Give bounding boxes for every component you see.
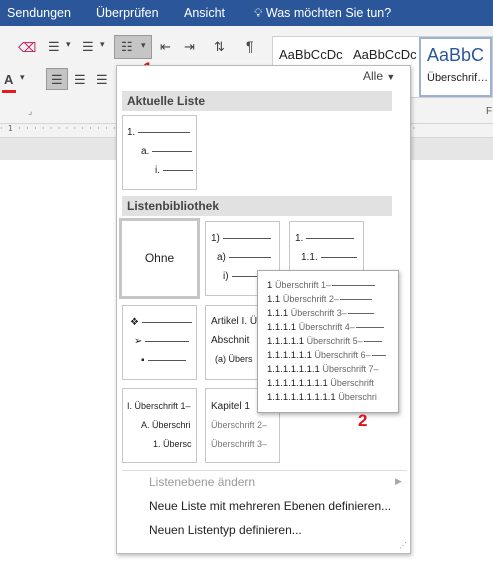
font-group-launcher-icon[interactable]: ⌟	[28, 106, 32, 117]
filter-dropdown[interactable]: Alle ▼	[363, 69, 395, 83]
list-item: 1. Übersc	[153, 439, 192, 449]
style-heading-1-caption: Überschrif…	[427, 72, 489, 84]
numbering-dropdown-icon[interactable]: ▾	[100, 39, 105, 50]
decrease-indent-icon[interactable]: ⇤	[160, 39, 171, 55]
list-style-roman[interactable]: I. Überschrift 1– A. Überschri 1. Übersc	[122, 388, 197, 463]
list-item: Abschnit	[211, 335, 250, 346]
align-right-icon[interactable]: ☰	[96, 72, 108, 88]
tell-me-box[interactable]: 💡︎ Was möchten Sie tun?	[254, 6, 391, 21]
list-item: 1 Überschrift 1–	[267, 280, 375, 291]
list-item: 1.	[127, 127, 191, 138]
list-style-bullets[interactable]: ❖ ➢ ▪	[122, 305, 197, 380]
list-item: 1.1.1.1 Überschrift 4–	[267, 322, 384, 333]
list-style-none[interactable]: Ohne	[119, 218, 200, 299]
filter-label: Alle	[363, 69, 384, 83]
submenu-arrow-icon: ▶	[395, 476, 402, 486]
bullets-dropdown-icon[interactable]: ▾	[66, 39, 71, 50]
list-item: A. Überschri	[141, 420, 191, 430]
list-item: Artikel I. Üb	[211, 316, 263, 327]
current-list-tile[interactable]: 1. a. i.	[122, 115, 197, 190]
list-item: Überschrift 2–	[211, 420, 268, 430]
define-multilevel-list-item[interactable]: Neue Liste mit mehreren Ebenen definiere…	[149, 499, 391, 513]
align-left-button[interactable]: ☰	[46, 68, 68, 90]
section-list-library: Listenbibliothek	[122, 196, 392, 216]
callout-2: 2	[358, 411, 368, 430]
list-item: 1)	[211, 233, 271, 244]
list-item: Überschrift 3–	[211, 439, 268, 449]
list-item: 1.1.1.1.1.1.1 Überschrift 7–	[267, 364, 379, 375]
style-heading-1-sample: AaBbC	[427, 45, 485, 65]
font-color-dropdown-icon[interactable]: ▾	[20, 72, 25, 83]
list-item: 1.1.1.1.1 Überschrift 5–	[267, 336, 382, 347]
list-item: 1.1 Überschrift 2–	[267, 294, 372, 305]
list-item: 1.1.1.1.1.1.1.1 Überschrift	[267, 378, 374, 389]
chevron-down-icon: ▼	[386, 72, 396, 82]
list-item: a)	[217, 252, 271, 263]
multilevel-dropdown-icon: ▾	[141, 40, 146, 50]
section-current-list: Aktuelle Liste	[122, 91, 392, 111]
list-preview-popup: 1 Überschrift 1– 1.1 Überschrift 2– 1.1.…	[257, 270, 399, 413]
list-item: i.	[155, 165, 193, 176]
list-item: ➢	[134, 336, 190, 347]
list-item: 1.1.1 Überschrift 3–	[267, 308, 374, 319]
ribbon-tab-bar: Sendungen Überprüfen Ansicht 💡︎ Was möch…	[0, 0, 493, 26]
align-center-icon[interactable]: ☰	[74, 72, 86, 88]
none-label: Ohne	[144, 251, 175, 265]
define-list-style-item[interactable]: Neuen Listentyp definieren...	[149, 523, 302, 537]
list-item: I. Überschrift 1–	[127, 401, 191, 411]
list-item: (a) Übers	[215, 354, 253, 364]
change-list-level-item[interactable]: Listenebene ändern	[149, 475, 255, 489]
clear-formatting-icon[interactable]: ⌫	[18, 40, 36, 56]
increase-indent-icon[interactable]: ⇥	[184, 39, 195, 55]
tell-me-text: Was möchten Sie tun?	[265, 6, 392, 20]
pilcrow-icon[interactable]: ¶	[246, 38, 254, 54]
tab-ansicht[interactable]: Ansicht	[184, 6, 225, 20]
sort-icon[interactable]: ⇅	[214, 39, 225, 55]
list-item: ▪	[141, 355, 186, 366]
list-item: 1.1.1.1.1.1.1.1.1 Überschri	[267, 392, 377, 403]
multilevel-list-icon: ☷	[121, 39, 133, 54]
list-item: ❖	[130, 317, 192, 328]
style-heading-1[interactable]: AaBbC Überschrif…	[419, 37, 492, 97]
menu-separator	[122, 470, 407, 471]
align-left-icon: ☰	[51, 72, 63, 87]
font-color-swatch	[2, 90, 16, 93]
list-item: 1.1.1.1.1.1 Überschrift 6–	[267, 350, 386, 361]
tab-sendungen[interactable]: Sendungen	[7, 6, 71, 20]
tab-ueberpruefen[interactable]: Überprüfen	[96, 6, 159, 20]
list-item: Kapitel 1	[211, 401, 250, 412]
lightbulb-icon: 💡︎	[254, 6, 263, 20]
resize-grip-icon[interactable]: ⋰	[399, 541, 407, 550]
styles-group-label: F	[486, 106, 493, 117]
list-item: 1.	[295, 233, 355, 244]
list-item: 1.1.	[301, 252, 357, 263]
numbering-icon[interactable]: ☰	[82, 39, 94, 55]
list-item: a.	[141, 146, 193, 157]
bullets-icon[interactable]: ☰	[48, 39, 60, 55]
multilevel-list-button[interactable]: ☷ ▾	[114, 35, 152, 59]
font-color-icon[interactable]: A	[4, 72, 13, 87]
